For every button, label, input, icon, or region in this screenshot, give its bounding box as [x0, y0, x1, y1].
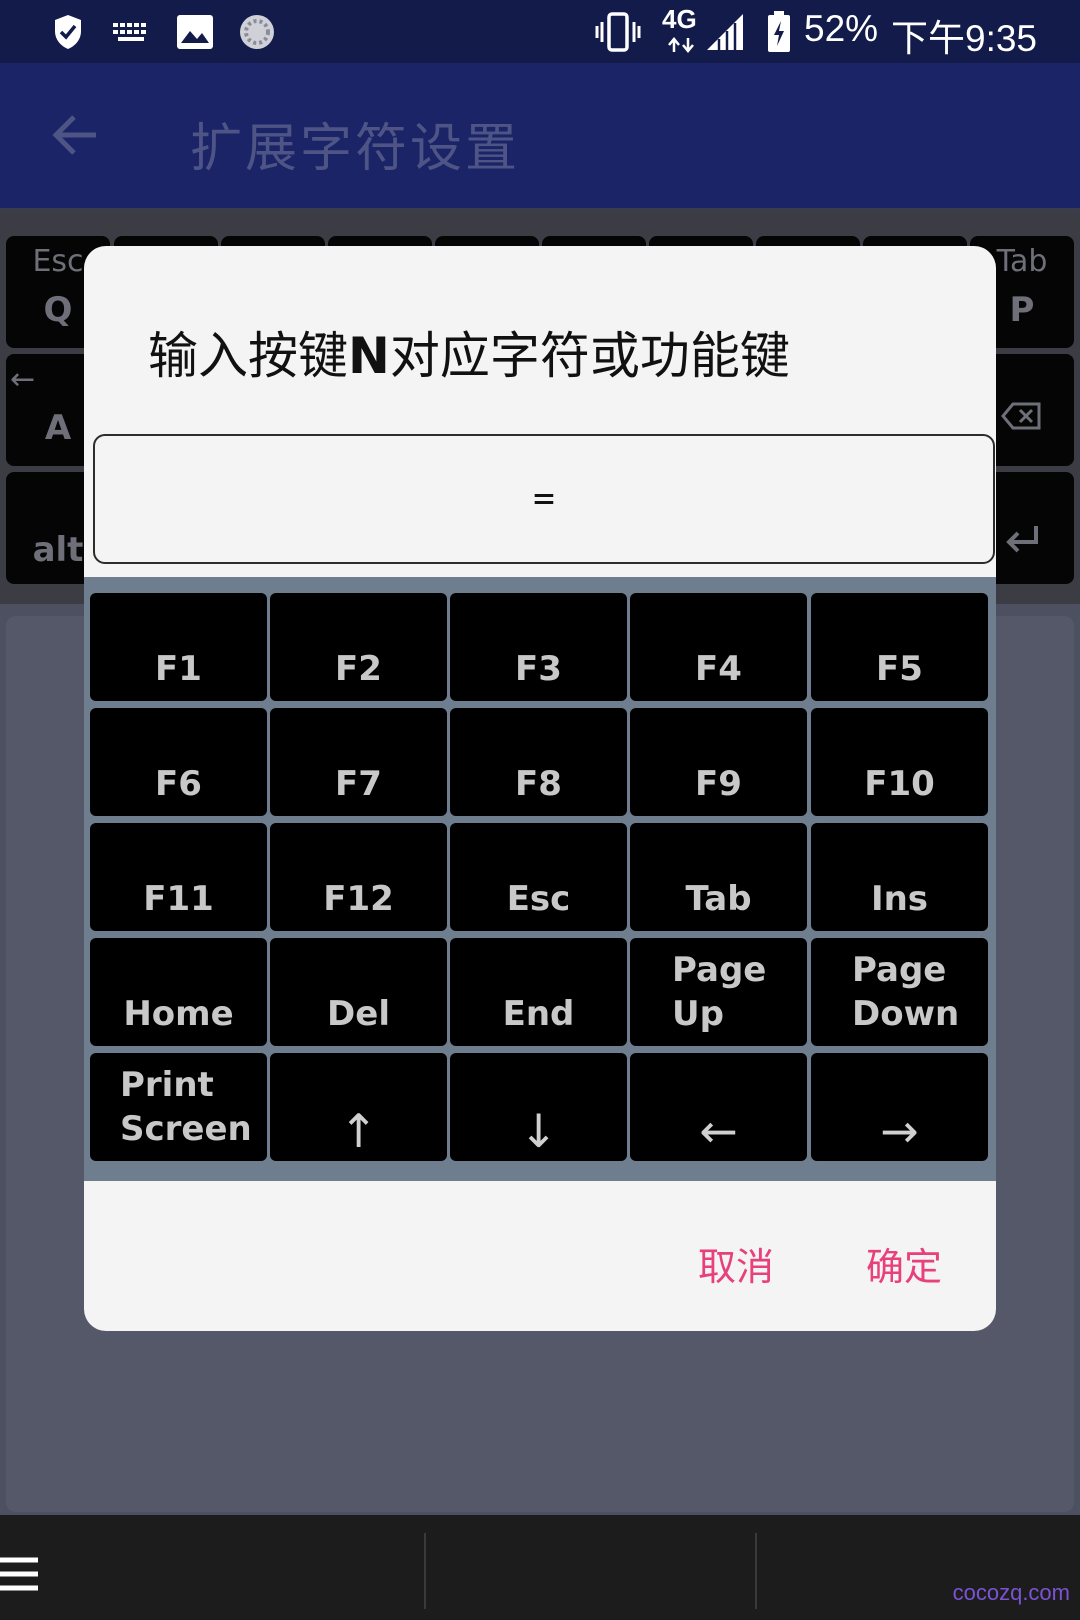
key-f1[interactable]: F1 — [90, 593, 267, 701]
arrow-down-icon: ↓ — [519, 1104, 558, 1158]
backspace-icon — [1001, 402, 1041, 430]
key-esc[interactable]: Esc — [450, 823, 627, 931]
network-type: 4G — [662, 4, 697, 34]
battery-percent: 52% — [804, 8, 879, 49]
key-label: F10 — [864, 764, 935, 804]
watermark: cocozq.com — [952, 1580, 1070, 1605]
key-arrow-right[interactable]: → — [811, 1053, 988, 1161]
dialog-title-key: N — [348, 327, 390, 385]
key-label: F8 — [515, 764, 562, 804]
battery-icon — [766, 10, 792, 54]
menu-icon[interactable] — [0, 1557, 40, 1593]
arrow-right-icon: → — [880, 1104, 919, 1158]
key-f2[interactable]: F2 — [270, 593, 447, 701]
key-arrow-down[interactable]: ↓ — [450, 1053, 627, 1161]
key-label: Home — [123, 994, 234, 1034]
key-label: F2 — [335, 649, 382, 689]
key-end[interactable]: End — [450, 938, 627, 1046]
key-label: F1 — [155, 649, 202, 689]
nav-divider — [755, 1533, 757, 1609]
key-f6[interactable]: F6 — [90, 708, 267, 816]
app-bar — [0, 63, 1080, 210]
key-f7[interactable]: F7 — [270, 708, 447, 816]
vibrate-icon — [594, 10, 642, 54]
key-ins[interactable]: Ins — [811, 823, 988, 931]
key-label: Ins — [870, 879, 929, 919]
key-home[interactable]: Home — [90, 938, 267, 1046]
dialog-title-suffix: 对应字符或功能键 — [389, 327, 790, 385]
key-f9[interactable]: F9 — [630, 708, 807, 816]
key-label: F11 — [143, 879, 214, 919]
key-label: F4 — [695, 649, 742, 689]
status-bar: 4G 52% 下午9:35 — [0, 0, 1080, 63]
key-print-screen[interactable]: Print Screen — [90, 1053, 267, 1161]
sync-icon — [237, 10, 277, 54]
key-label: End — [502, 994, 575, 1034]
key-f10[interactable]: F10 — [811, 708, 988, 816]
key-f5[interactable]: F5 — [811, 593, 988, 701]
key-arrow-left[interactable]: ← — [630, 1053, 807, 1161]
key-label: Print Screen — [120, 1065, 252, 1149]
key-mapping-dialog: 输入按键N对应字符或功能键 = F1 F2 F3 F4 F5 F6 F7 F8 … — [84, 246, 996, 1331]
key-arrow-up[interactable]: ↑ — [270, 1053, 447, 1161]
key-f3[interactable]: F3 — [450, 593, 627, 701]
key-label: F7 — [335, 764, 382, 804]
key-label: Page Down — [852, 950, 960, 1034]
key-f12[interactable]: F12 — [270, 823, 447, 931]
character-input[interactable]: = — [93, 434, 995, 564]
nav-divider — [424, 1533, 426, 1609]
key-tab[interactable]: Tab — [630, 823, 807, 931]
dialog-title-prefix: 输入按键 — [148, 327, 348, 385]
key-f4[interactable]: F4 — [630, 593, 807, 701]
arrow-up-icon: ↑ — [339, 1104, 378, 1158]
key-f11[interactable]: F11 — [90, 823, 267, 931]
arrow-left-icon: ← — [699, 1104, 738, 1158]
signal-icon — [704, 10, 746, 54]
shield-icon — [52, 10, 84, 54]
clock-time: 下午9:35 — [891, 18, 1038, 59]
key-label: Del — [327, 994, 390, 1034]
key-del[interactable]: Del — [270, 938, 447, 1046]
key-page-down[interactable]: Page Down — [811, 938, 988, 1046]
key-label: F9 — [695, 764, 742, 804]
key-label: F5 — [876, 649, 923, 689]
dialog-title: 输入按键N对应字符或功能键 — [148, 316, 790, 388]
key-label: Esc — [506, 879, 571, 919]
key-label: Page Up — [672, 950, 767, 1034]
key-label: Tab — [685, 879, 752, 919]
keyboard-icon — [111, 10, 151, 54]
enter-icon — [1006, 526, 1038, 553]
image-icon — [176, 10, 214, 54]
confirm-button[interactable]: 确定 — [866, 1236, 942, 1291]
cancel-button[interactable]: 取消 — [698, 1236, 774, 1291]
key-label: F3 — [515, 649, 562, 689]
navigation-bar — [0, 1515, 1080, 1620]
arrow-left-icon[interactable] — [48, 107, 104, 163]
key-f8[interactable]: F8 — [450, 708, 627, 816]
key-label: F6 — [155, 764, 202, 804]
page-title: 扩展字符设置 — [190, 119, 521, 179]
data-arrows-icon — [664, 36, 698, 54]
key-page-up[interactable]: Page Up — [630, 938, 807, 1046]
function-key-grid: F1 F2 F3 F4 F5 F6 F7 F8 F9 F10 F11 F12 E… — [84, 577, 996, 1181]
key-label: F12 — [323, 879, 394, 919]
